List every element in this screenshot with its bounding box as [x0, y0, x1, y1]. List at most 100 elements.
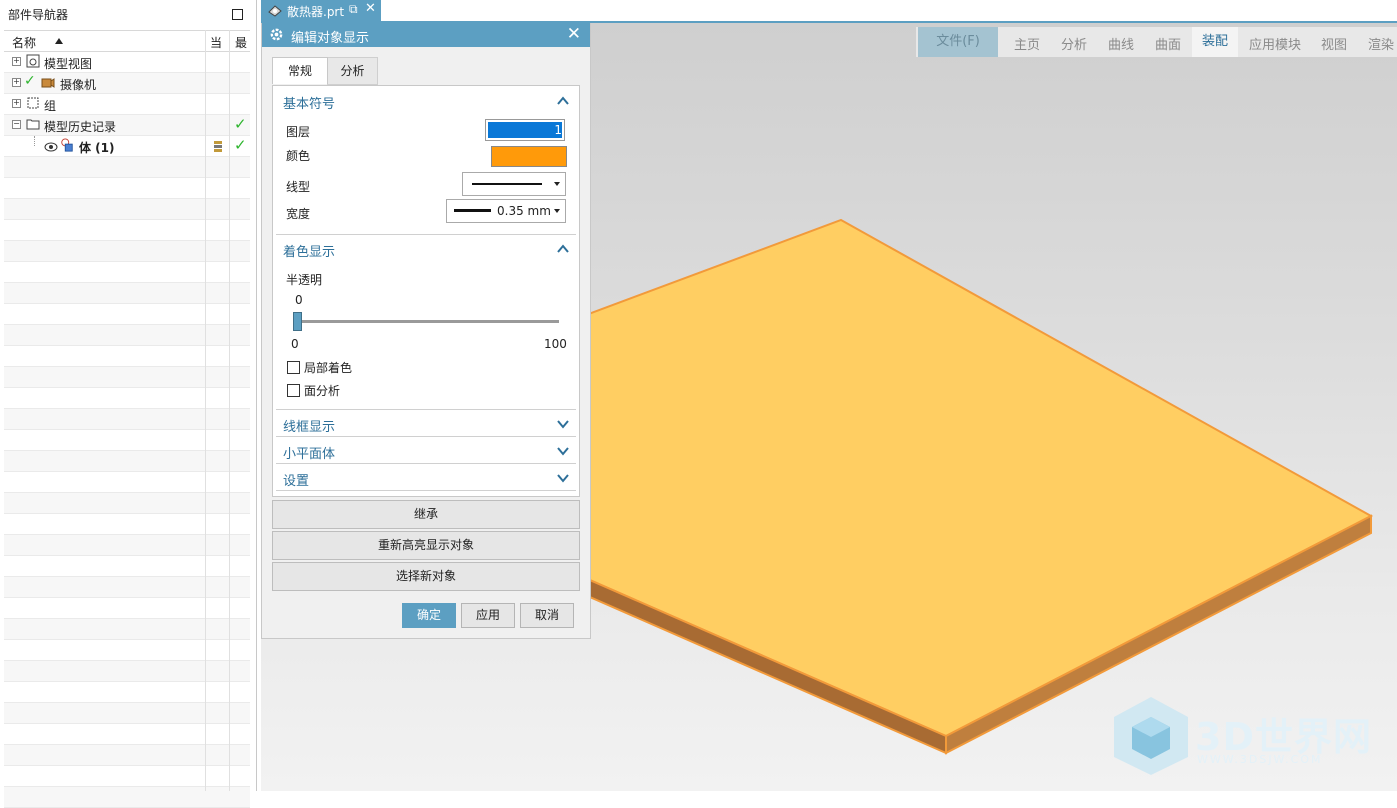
cancel-button[interactable]: 取消 [520, 603, 574, 628]
tree-row-empty [4, 241, 250, 262]
tree-row-body[interactable]: 体 (1) ✓ [4, 136, 250, 157]
rehighlight-button[interactable]: 重新高亮显示对象 [272, 531, 580, 560]
divider [276, 234, 576, 235]
face-analysis-label: 面分析 [304, 384, 341, 398]
divider [276, 490, 576, 491]
chevron-up-icon[interactable] [557, 243, 569, 255]
latest-check-icon: ✓ [234, 136, 247, 154]
watermark-logo [1114, 697, 1188, 775]
sort-up-icon[interactable] [55, 38, 63, 44]
column-current[interactable]: 当 [210, 34, 222, 51]
divider [276, 463, 576, 464]
navigator-title: 部件导航器 [8, 8, 69, 22]
expand-icon[interactable]: + [12, 57, 21, 66]
document-tab-title: 散热器.prt [287, 5, 345, 19]
tree-row-empty [4, 409, 250, 430]
width-dropdown[interactable]: 0.35 mm [446, 199, 566, 223]
dialog-title: 编辑对象显示 [291, 31, 370, 46]
layer-input[interactable]: 1 [485, 119, 565, 141]
tree-row-empty [4, 682, 250, 703]
tree-row-empty [4, 430, 250, 451]
collapse-icon[interactable]: − [12, 120, 21, 129]
expand-icon[interactable]: + [12, 78, 21, 87]
tree-row-empty [4, 325, 250, 346]
document-tab[interactable]: 散热器.prt ⧉ ✕ [261, 0, 381, 22]
dropdown-arrow-icon [554, 209, 560, 213]
face-analysis-checkbox[interactable] [287, 384, 300, 397]
tree-row-empty [4, 451, 250, 472]
ok-button[interactable]: 确定 [402, 603, 456, 628]
tree-row-model-views[interactable]: + 模型视图 [4, 52, 250, 73]
part-navigator: 部件导航器 名称 当 最 + 模型视图 + ✓ 摄像机 + 组 − 模型历史记录… [0, 0, 257, 808]
chevron-down-icon[interactable] [557, 445, 569, 457]
tree-row-empty [4, 556, 250, 577]
tree-row-empty [4, 388, 250, 409]
tree-row-label: 模型历史记录 [44, 120, 117, 134]
close-icon[interactable]: ✕ [567, 24, 581, 44]
group-settings[interactable]: 设置 [283, 470, 309, 489]
line-width-sample [454, 209, 491, 212]
chevron-down-icon[interactable] [557, 472, 569, 484]
body-feature-icon [61, 138, 73, 152]
group-wireframe-display[interactable]: 线框显示 [283, 416, 335, 435]
color-picker[interactable] [491, 146, 567, 167]
tree-row-empty [4, 157, 250, 178]
select-new-object-button[interactable]: 选择新对象 [272, 562, 580, 591]
inherit-button[interactable]: 继承 [272, 500, 580, 529]
divider [276, 436, 576, 437]
linetype-label: 线型 [286, 180, 311, 194]
latest-check-icon: ✓ [234, 115, 247, 133]
group-basic-symbol[interactable]: 基本符号 [283, 93, 335, 112]
group-icon [27, 97, 39, 109]
tree-row-groups[interactable]: + 组 [4, 94, 250, 115]
dialog-panel: 基本符号 图层 1 颜色 线型 宽度 0.35 mm 着色显示 半透明 0 0 … [272, 85, 580, 497]
navigator-empty-rows [4, 157, 250, 808]
maximize-icon[interactable] [232, 9, 243, 20]
dialog-titlebar[interactable]: 编辑对象显示 ✕ [262, 23, 590, 47]
divider [276, 409, 576, 410]
tree-row-empty [4, 535, 250, 556]
tree-row-label: 模型视图 [44, 57, 93, 71]
tree-row-empty [4, 724, 250, 745]
tree-row-cameras[interactable]: + ✓ 摄像机 [4, 73, 250, 94]
tree-row-empty [4, 220, 250, 241]
part-file-icon [268, 5, 282, 17]
expand-icon[interactable]: + [12, 99, 21, 108]
partial-shading-label: 局部着色 [304, 361, 353, 375]
column-name[interactable]: 名称 [12, 34, 36, 51]
tree-row-empty [4, 493, 250, 514]
tree-row-empty [4, 304, 250, 325]
group-faceted-body[interactable]: 小平面体 [283, 443, 335, 462]
tree-row-model-history[interactable]: − 模型历史记录 ✓ [4, 115, 250, 136]
apply-button[interactable]: 应用 [461, 603, 515, 628]
column-latest[interactable]: 最 [235, 34, 247, 51]
tree-row-empty [4, 514, 250, 535]
tree-row-empty [4, 577, 250, 598]
chevron-down-icon[interactable] [557, 418, 569, 430]
translucency-slider-track[interactable] [293, 320, 559, 323]
column-divider [229, 30, 230, 791]
slider-max: 100 [544, 337, 567, 351]
tab-general[interactable]: 常规 [272, 57, 328, 84]
chevron-up-icon[interactable] [557, 95, 569, 107]
tree-row-label: 体 (1) [79, 141, 115, 155]
tree-row-label: 组 [44, 99, 57, 113]
check-icon: ✓ [24, 73, 36, 89]
linetype-dropdown[interactable] [462, 172, 566, 196]
watermark-url: WWW.3DSJW.COM [1197, 753, 1323, 766]
tree-row-empty [4, 262, 250, 283]
tree-row-empty [4, 661, 250, 682]
model-view-icon [26, 54, 40, 68]
tree-row-empty [4, 703, 250, 724]
group-shading[interactable]: 着色显示 [283, 241, 335, 260]
layer-label: 图层 [286, 125, 311, 139]
popout-icon[interactable]: ⧉ [349, 2, 358, 17]
partial-shading-checkbox[interactable] [287, 361, 300, 374]
tree-connector [34, 136, 35, 146]
dropdown-arrow-icon [554, 182, 560, 186]
translucency-slider-thumb[interactable] [293, 312, 302, 331]
tab-analysis[interactable]: 分析 [327, 57, 378, 85]
eye-icon[interactable] [44, 140, 58, 154]
close-tab-icon[interactable]: ✕ [365, 1, 376, 16]
layer-value: 1 [488, 122, 562, 138]
